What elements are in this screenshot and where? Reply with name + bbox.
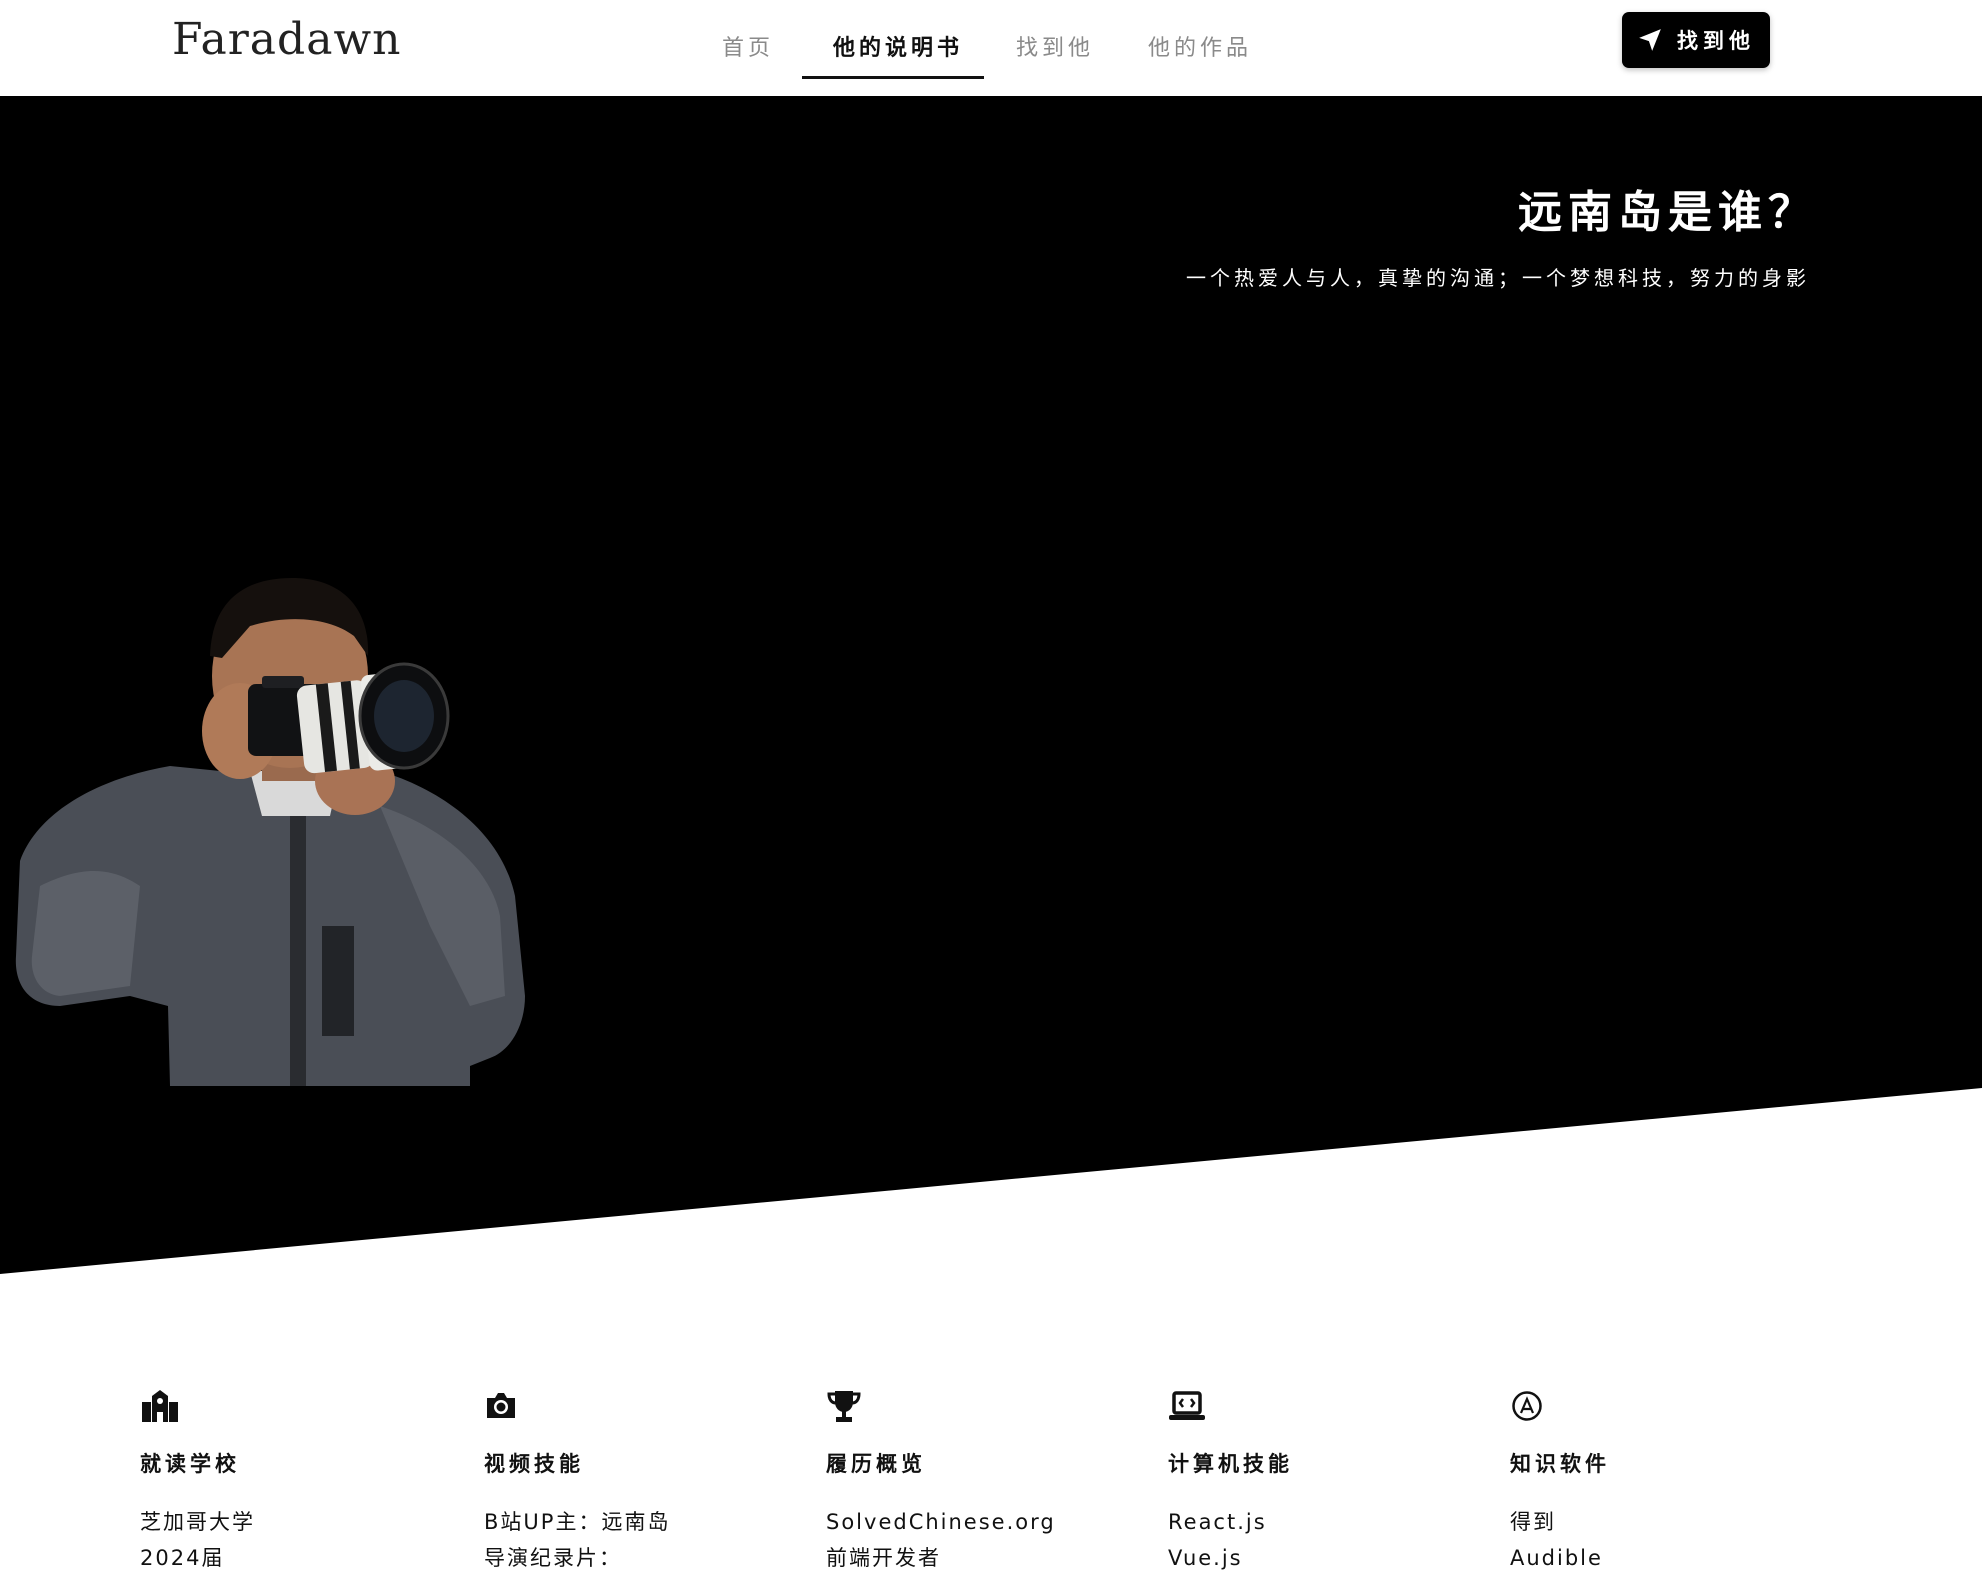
school-icon	[142, 1390, 178, 1422]
info-line: 导演纪录片：	[484, 1546, 622, 1570]
nav-find-him[interactable]: 找到他	[1016, 30, 1094, 62]
info-line: Vue.js	[1168, 1546, 1243, 1570]
info-title: 知识软件	[1510, 1452, 1610, 1476]
info-column-school: 就读学校 芝加哥大学 2024届	[140, 1388, 460, 1576]
info-column-computer: 计算机技能 React.js Vue.js	[1168, 1388, 1488, 1576]
top-navbar: Faradawn 首页 他的说明书 找到他 他的作品 找到他	[0, 0, 1982, 96]
info-line: 芝加哥大学	[140, 1510, 255, 1534]
nav-works[interactable]: 他的作品	[1148, 30, 1252, 62]
find-him-button-label: 找到他	[1677, 29, 1755, 53]
hero-subtitle: 一个热爱人与人，真挚的沟通；一个梦想科技，努力的身影	[1186, 266, 1810, 290]
nav-home[interactable]: 首页	[722, 30, 774, 62]
app-store-icon	[1512, 1391, 1542, 1421]
brand-logo[interactable]: Faradawn	[172, 14, 401, 65]
find-him-button[interactable]: 找到他	[1622, 12, 1770, 68]
info-title: 就读学校	[140, 1452, 240, 1476]
person-with-camera-photo	[15, 578, 525, 1086]
info-line: React.js	[1168, 1510, 1267, 1534]
laptop-code-icon	[1169, 1391, 1205, 1420]
nav-manual[interactable]: 他的说明书	[833, 30, 963, 62]
info-column-resume: 履历概览 SolvedChinese.org 前端开发者	[826, 1388, 1146, 1576]
info-column-apps: 知识软件 得到 Audible	[1510, 1388, 1830, 1576]
hero-section: 远南岛是谁？ 一个热爱人与人，真挚的沟通；一个梦想科技，努力的身影	[0, 96, 1982, 1276]
info-line: B站UP主：远南岛	[484, 1510, 671, 1534]
send-arrow-icon	[1639, 29, 1661, 51]
info-column-video: 视频技能 B站UP主：远南岛 导演纪录片：	[484, 1388, 804, 1576]
hero-title: 远南岛是谁？	[1518, 187, 1818, 238]
camera-icon	[487, 1393, 515, 1418]
info-line: 得到	[1510, 1510, 1556, 1534]
active-tab-indicator	[802, 76, 984, 79]
info-title: 视频技能	[484, 1452, 584, 1476]
info-line: 前端开发者	[826, 1546, 941, 1570]
info-line: 2024届	[140, 1546, 225, 1570]
info-line: Audible	[1510, 1546, 1603, 1570]
info-title: 履历概览	[826, 1452, 926, 1476]
info-line: SolvedChinese.org	[826, 1510, 1056, 1534]
trophy-icon	[827, 1391, 861, 1422]
info-title: 计算机技能	[1168, 1452, 1293, 1476]
